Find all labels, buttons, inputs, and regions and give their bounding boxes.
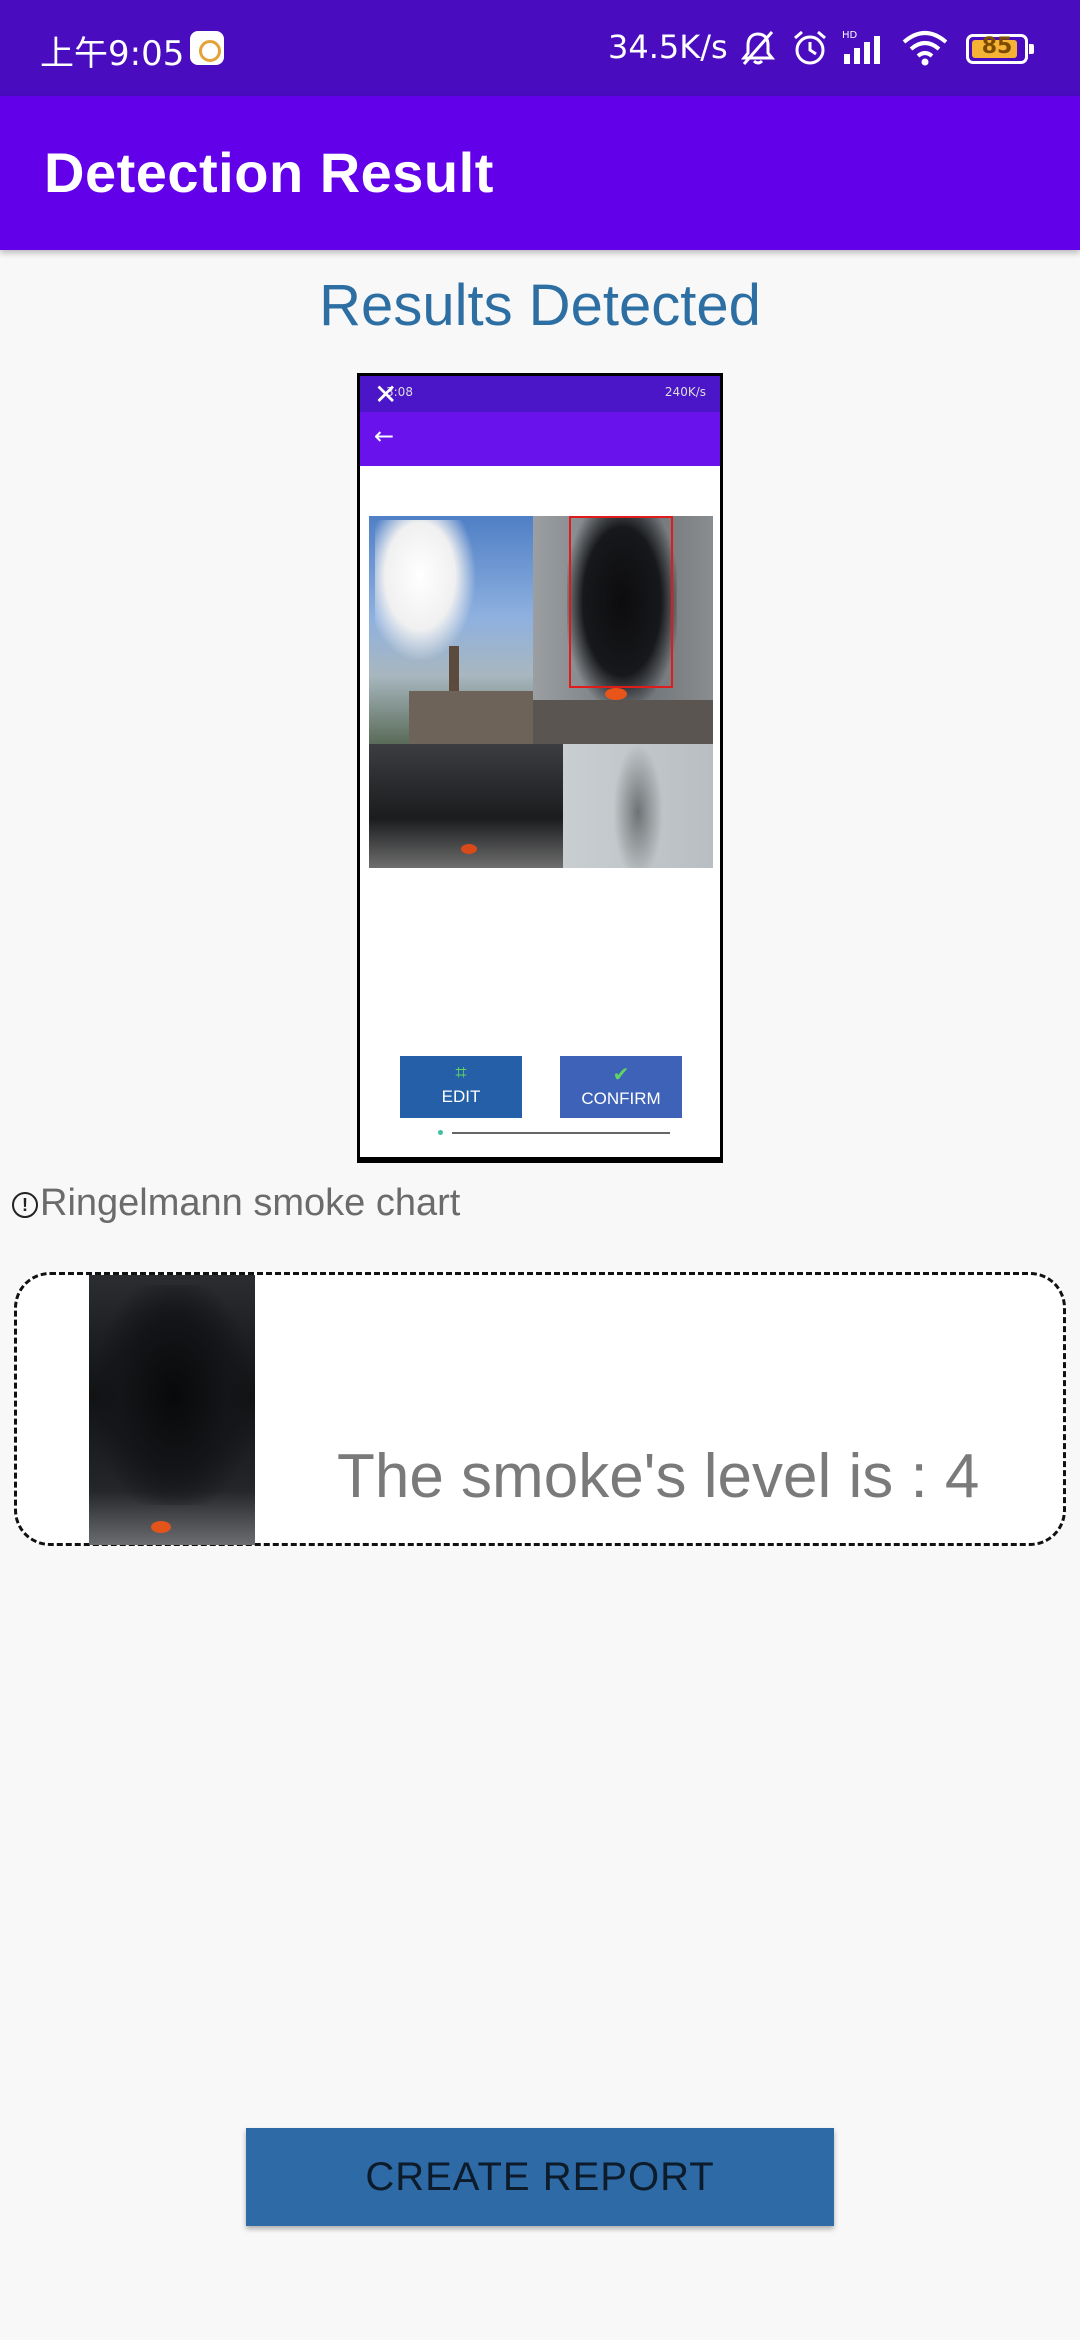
close-icon: ✕ bbox=[374, 378, 398, 411]
smoke-thumbnail bbox=[89, 1275, 255, 1545]
preview-edit-label: EDIT bbox=[441, 1087, 481, 1106]
preview-edit-button: ⌗ EDIT bbox=[400, 1056, 522, 1118]
create-report-button[interactable]: CREATE REPORT bbox=[246, 2128, 834, 2226]
results-heading: Results Detected bbox=[319, 273, 761, 338]
mute-icon bbox=[740, 31, 776, 65]
status-bar: 上午9:05 34.5K/s HD 85 bbox=[0, 0, 1080, 96]
alarm-icon bbox=[794, 30, 826, 65]
detection-preview-image: 3:08 240K/s ✕ ← ⌗ EDIT ✔ CONFIRM bbox=[357, 373, 723, 1163]
signal-icon: HD bbox=[842, 30, 880, 64]
wifi-icon bbox=[902, 31, 948, 66]
dark-smoke-photo bbox=[369, 744, 563, 868]
crop-icon: ⌗ bbox=[455, 1062, 467, 1084]
grey-smoke-photo bbox=[563, 744, 713, 868]
page-title: Detection Result bbox=[44, 141, 494, 204]
check-icon: ✔ bbox=[612, 1064, 630, 1086]
battery-icon: 85 bbox=[966, 34, 1034, 64]
status-time: 上午9:05 bbox=[40, 34, 185, 74]
smoke-level-text: The smoke's level is : 4 bbox=[337, 1442, 980, 1511]
preview-status-bar: 3:08 240K/s bbox=[360, 376, 720, 412]
detection-bounding-box bbox=[569, 516, 673, 688]
app-bar: Detection Result bbox=[0, 96, 1080, 250]
network-speed: 34.5K/s bbox=[608, 28, 728, 66]
info-icon[interactable]: ! bbox=[12, 1192, 38, 1218]
smoke-image-collage bbox=[369, 516, 713, 868]
black-smoke-photo bbox=[533, 516, 713, 744]
preview-app-bar: ← bbox=[360, 412, 720, 466]
battery-level: 85 bbox=[981, 34, 1013, 59]
svg-text:HD: HD bbox=[842, 30, 858, 41]
app-notification-icon bbox=[190, 31, 224, 65]
back-arrow-icon: ← bbox=[374, 422, 395, 450]
ringelmann-info[interactable]: ! Ringelmann smoke chart bbox=[12, 1182, 460, 1225]
ringelmann-link-text[interactable]: Ringelmann smoke chart bbox=[40, 1182, 460, 1224]
preview-status-speed: 240K/s bbox=[664, 385, 706, 399]
smoke-level-card: The smoke's level is : 4 bbox=[14, 1272, 1066, 1546]
white-smoke-photo bbox=[369, 516, 533, 744]
preview-progress-bar bbox=[452, 1132, 670, 1134]
preview-confirm-label: CONFIRM bbox=[581, 1089, 661, 1108]
preview-progress-dot bbox=[438, 1130, 443, 1135]
preview-confirm-button: ✔ CONFIRM bbox=[560, 1056, 682, 1118]
